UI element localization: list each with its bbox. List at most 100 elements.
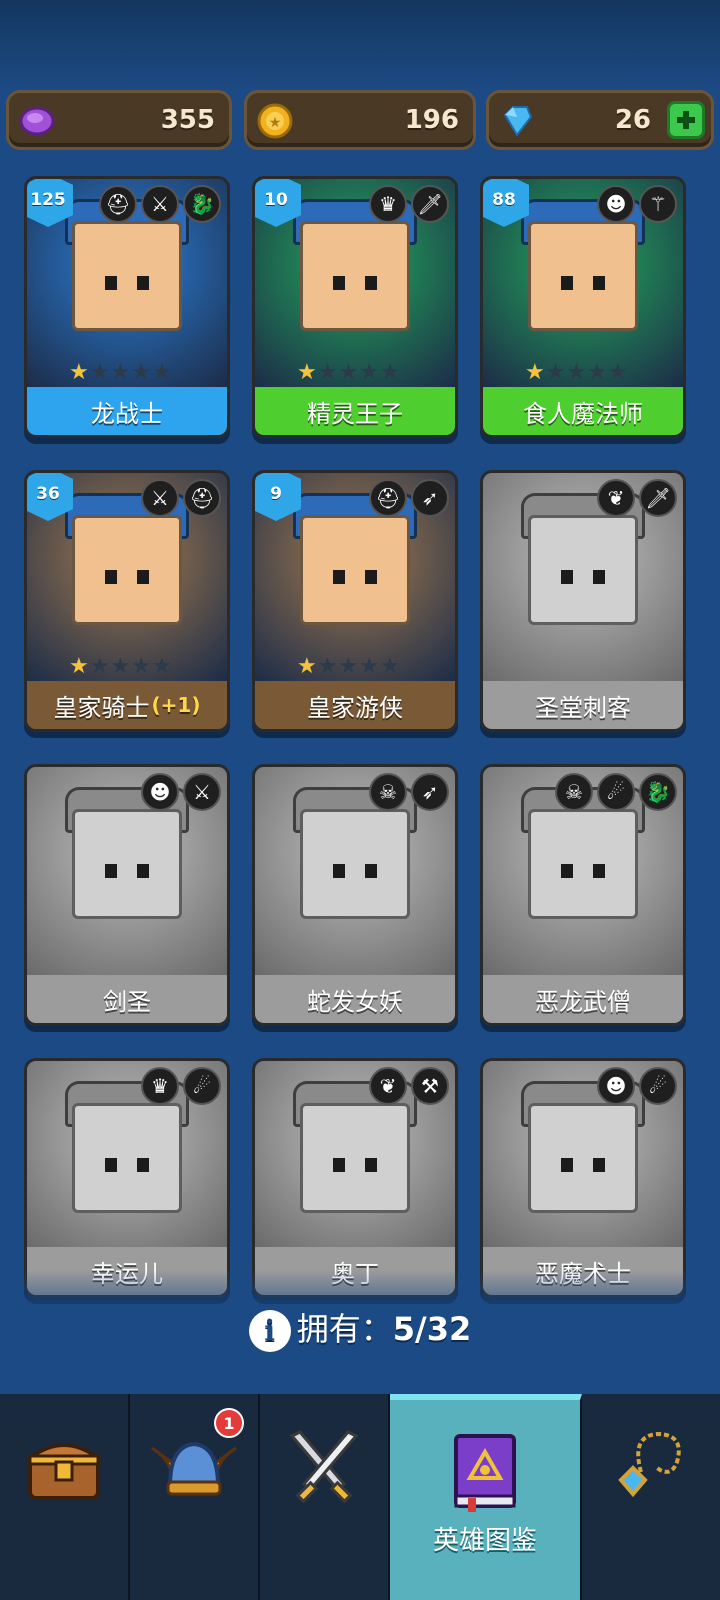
- hero-name-bar: 剑圣: [27, 975, 227, 1023]
- elf-icon: ♛: [141, 1067, 179, 1105]
- hero-class-icons: ♛ ☄: [141, 1067, 221, 1105]
- star-icon: ★: [607, 360, 628, 385]
- tab-chest[interactable]: [0, 1394, 130, 1600]
- hero-card[interactable]: ❦⚒ 奥丁: [252, 1058, 458, 1298]
- star-icon: ★: [89, 654, 110, 679]
- hero-name: 恶龙武僧: [535, 987, 631, 1016]
- top-fade: [0, 0, 720, 90]
- crossed-swords-icon: [289, 1430, 359, 1504]
- tab-heroes[interactable]: 1: [130, 1394, 260, 1600]
- sword-icon: ⚔: [183, 773, 221, 811]
- hero-name-bar: 圣堂刺客: [483, 681, 683, 729]
- star-icon: ★: [379, 654, 400, 679]
- hero-stars: ★ ★ ★ ★ ★: [69, 360, 172, 385]
- tab-hero-book-label: 英雄图鉴: [432, 1526, 537, 1556]
- hero-bonus: (+1): [151, 693, 201, 717]
- star-icon: ★: [317, 360, 338, 385]
- hero-card[interactable]: ☠ ☄ 🐉 恶龙武僧: [480, 764, 686, 1026]
- star-icon: ★: [338, 360, 359, 385]
- hero-class-icons: ⛑ ⚔ 🐉: [99, 185, 221, 223]
- tab-battle[interactable]: [260, 1394, 390, 1600]
- helmet-icon: ⛑: [369, 479, 407, 517]
- hero-class-icons: ⚔ ⛑: [141, 479, 221, 517]
- star-icon: ★: [151, 360, 172, 385]
- tab-hero-book[interactable]: 英雄图鉴: [390, 1394, 582, 1600]
- hero-stars: ★ ★ ★ ★ ★: [297, 360, 400, 385]
- diamond-counter: 26: [486, 90, 714, 150]
- hero-book-icon: [454, 1434, 516, 1512]
- spirit-icon: ☄: [597, 773, 635, 811]
- owned-count: 5/32: [392, 1310, 472, 1348]
- star-icon: ★: [566, 360, 587, 385]
- hero-face: [300, 809, 410, 919]
- hero-card[interactable]: 10 ♛ 🗡 ★ ★ ★ ★ ★ 精灵王子: [252, 176, 458, 438]
- star-icon: ★: [297, 360, 317, 385]
- ogre-icon: ☻: [597, 1067, 635, 1105]
- hero-name-bar: 龙战士: [27, 387, 227, 435]
- purple-gem-amount: 355: [160, 105, 215, 135]
- hero-stars: ★ ★ ★ ★ ★: [297, 654, 400, 679]
- hero-face: [300, 1103, 410, 1213]
- spirit-icon: ☄: [639, 1067, 677, 1105]
- star-icon: ★: [379, 360, 400, 385]
- hero-card[interactable]: 9 ⛑ ➶ ★ ★ ★ ★ ★ 皇家游侠: [252, 470, 458, 732]
- tab-items[interactable]: [582, 1394, 720, 1600]
- hero-name: 圣堂刺客: [535, 693, 631, 722]
- svg-text:★: ★: [269, 115, 282, 131]
- hero-class-icons: ☻ ⚚: [597, 185, 677, 223]
- amulet-icon: [618, 1431, 681, 1498]
- star-icon: ★: [131, 360, 151, 385]
- hero-card[interactable]: ❦ 🗡 圣堂刺客: [480, 470, 686, 732]
- hero-card[interactable]: 36 ⚔ ⛑ ★ ★ ★ ★ ★ 皇家骑士 (+1): [24, 470, 230, 732]
- spirit-icon: ☄: [183, 1067, 221, 1105]
- hero-card[interactable]: ☻☄ 恶魔术士: [480, 1058, 686, 1298]
- hero-card[interactable]: 125 ⛑ ⚔ 🐉 ★ ★ ★ ★ ★ 龙战士: [24, 176, 230, 438]
- hero-card[interactable]: ☠ ➶ 蛇发女妖: [252, 764, 458, 1026]
- dragon-icon: 🐉: [639, 773, 677, 811]
- hero-stars: ★ ★ ★ ★ ★: [525, 360, 628, 385]
- wings-icon: ❦: [369, 1067, 407, 1105]
- dragon-icon: 🐉: [183, 185, 221, 223]
- bottom-nav: 1 英雄图鉴: [0, 1394, 720, 1600]
- helmet-icon: ⛑: [99, 185, 137, 223]
- hero-name: 剑圣: [103, 987, 151, 1016]
- coin-counter: ★ 196: [244, 90, 476, 150]
- ogre-icon: ☻: [141, 773, 179, 811]
- star-icon: ★: [338, 654, 359, 679]
- hero-class-icons: ⛑ ➶: [369, 479, 449, 517]
- star-icon: ★: [317, 654, 338, 679]
- star-icon: ★: [359, 654, 379, 679]
- hero-card[interactable]: 88 ☻ ⚚ ★ ★ ★ ★ ★ 食人魔法师: [480, 176, 686, 438]
- hero-card[interactable]: ☻ ⚔ 剑圣: [24, 764, 230, 1026]
- owned-label: 拥有：: [296, 1310, 393, 1348]
- hero-name: 精灵王子: [307, 399, 403, 428]
- hero-stars: ★ ★ ★ ★ ★: [69, 654, 172, 679]
- star-icon: ★: [525, 360, 545, 385]
- hero-name: 皇家游侠: [307, 693, 403, 722]
- hero-face: [528, 515, 638, 625]
- helmet-icon: ⛑: [183, 479, 221, 517]
- hero-class-icons: ❦ 🗡: [597, 479, 677, 517]
- star-icon: ★: [69, 654, 89, 679]
- hero-name-bar: 恶龙武僧: [483, 975, 683, 1023]
- hero-card[interactable]: ♛☄ 幸运儿: [24, 1058, 230, 1298]
- hero-name-bar: 蛇发女妖: [255, 975, 455, 1023]
- wings-icon: ❦: [597, 479, 635, 517]
- add-diamonds-button[interactable]: [667, 101, 705, 139]
- hero-class-icons: ❦ ⚒: [369, 1067, 449, 1105]
- star-icon: ★: [131, 654, 151, 679]
- dagger-icon: 🗡: [411, 185, 449, 223]
- info-icon[interactable]: i: [248, 1310, 291, 1352]
- hero-name-bar: 皇家骑士 (+1): [27, 681, 227, 729]
- coin-icon: ★: [257, 103, 293, 139]
- purple-gem-counter: 355: [6, 90, 232, 150]
- hero-face: [72, 221, 182, 331]
- sword-icon: ⚔: [141, 185, 179, 223]
- hero-name: 食人魔法师: [523, 399, 643, 428]
- chest-icon: [24, 1443, 104, 1500]
- hero-name: 皇家骑士: [53, 693, 150, 722]
- hero-face: [528, 809, 638, 919]
- notification-badge: 1: [214, 1408, 244, 1438]
- hero-class-icons: ♛ 🗡: [369, 185, 449, 223]
- purple-gem-icon: [19, 106, 55, 136]
